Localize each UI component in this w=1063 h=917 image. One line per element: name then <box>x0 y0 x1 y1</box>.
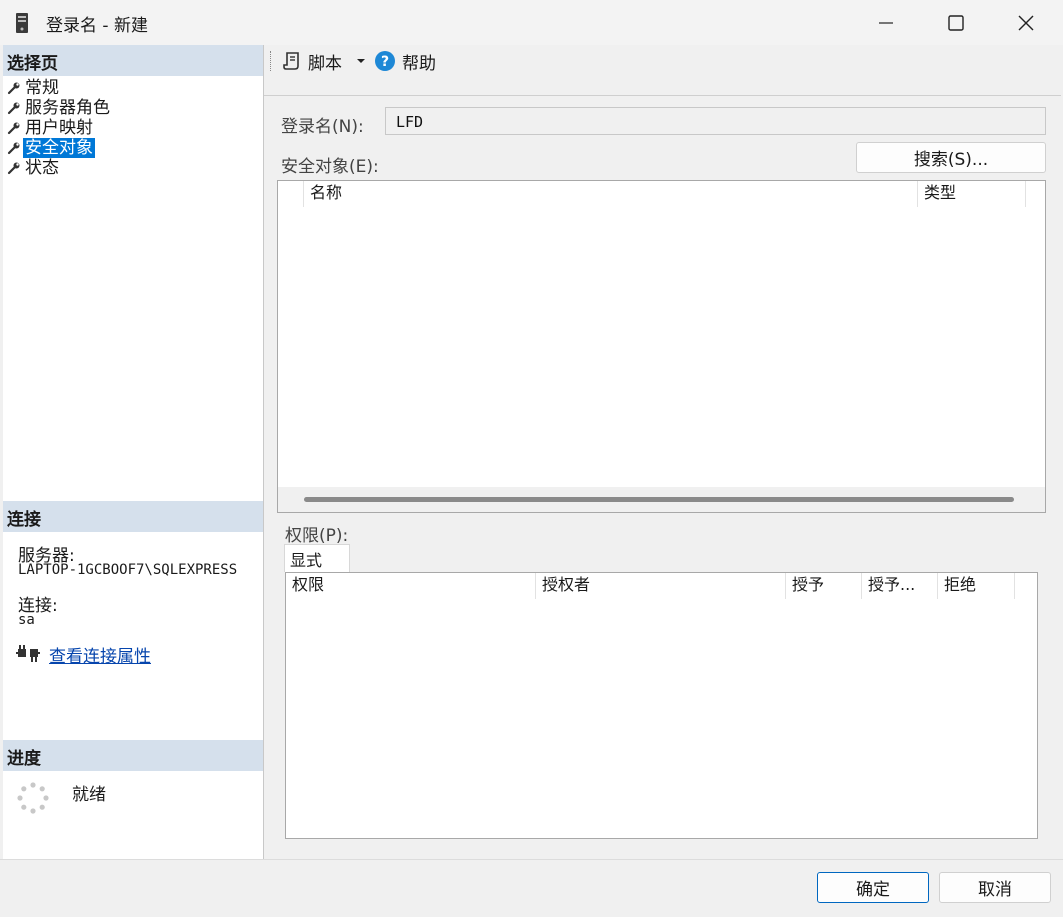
column-header-deny[interactable]: 拒绝 <box>938 573 1015 599</box>
connection-value: sa <box>18 612 35 628</box>
script-icon <box>283 52 299 70</box>
page-list: 常规 服务器角色 用户映射 安全对象 状态 <box>7 78 112 178</box>
column-header-name[interactable]: 名称 <box>304 181 918 207</box>
maximize-button[interactable] <box>921 0 991 45</box>
script-button[interactable]: 脚本 <box>276 47 372 75</box>
wrench-icon <box>7 162 20 175</box>
permissions-grid: 权限 授权者 授予 授予... 拒绝 <box>285 572 1038 839</box>
toolbar-grip <box>270 51 272 71</box>
page-item-status[interactable]: 状态 <box>7 158 112 178</box>
page-item-label: 服务器角色 <box>25 98 110 118</box>
page-item-label: 安全对象 <box>23 138 95 158</box>
column-header-permission[interactable]: 权限 <box>286 573 536 599</box>
script-label: 脚本 <box>308 53 342 74</box>
select-page-header: 选择页 <box>3 45 263 76</box>
toolbar-separator <box>264 95 1061 96</box>
plug-icon <box>16 645 40 662</box>
panel-divider <box>263 45 264 859</box>
minimize-icon <box>879 21 893 24</box>
help-icon: ? <box>375 51 395 71</box>
page-item-user-mapping[interactable]: 用户映射 <box>7 118 112 138</box>
wrench-icon <box>7 82 20 95</box>
toolbar: 脚本 ? 帮助 <box>264 45 1061 77</box>
page-item-label: 用户映射 <box>25 118 93 138</box>
minimize-button[interactable] <box>851 0 921 45</box>
maximize-icon <box>948 14 964 31</box>
login-name-label: 登录名(N): <box>281 117 364 137</box>
server-icon <box>16 13 28 33</box>
page-item-server-roles[interactable]: 服务器角色 <box>7 98 112 118</box>
connection-header: 连接 <box>3 501 263 532</box>
help-button[interactable]: ? 帮助 <box>372 47 442 75</box>
column-header-type[interactable]: 类型 <box>918 181 1026 207</box>
column-header-grant[interactable]: 授予 <box>786 573 862 599</box>
progress-header: 进度 <box>3 740 263 771</box>
login-name-field[interactable]: LFD <box>385 107 1046 135</box>
cancel-button[interactable]: 取消 <box>939 872 1051 903</box>
tab-explicit[interactable]: 显式 <box>284 544 350 572</box>
close-button[interactable] <box>991 0 1061 45</box>
left-panel: 选择页 常规 服务器角色 用户映射 安全对象 状态 连接 服务器: LAPTOP… <box>3 45 263 859</box>
column-header-grantor[interactable]: 授权者 <box>536 573 786 599</box>
securables-label: 安全对象(E): <box>281 157 379 177</box>
scrollbar-thumb[interactable] <box>304 497 1014 502</box>
search-button[interactable]: 搜索(S)... <box>856 142 1046 173</box>
securables-horizontal-scrollbar[interactable] <box>278 487 1045 512</box>
page-item-label: 状态 <box>25 158 59 178</box>
progress-status: 就绪 <box>72 785 106 805</box>
title-bar: 登录名 - 新建 <box>0 0 1063 45</box>
wrench-icon <box>7 102 20 115</box>
permissions-label: 权限(P): <box>285 526 349 546</box>
page-item-label: 常规 <box>25 78 59 98</box>
window-title: 登录名 - 新建 <box>46 16 148 36</box>
page-item-securables[interactable]: 安全对象 <box>7 138 112 158</box>
progress-spinner-icon <box>17 782 49 814</box>
server-value: LAPTOP-1GCBOOF7\SQLEXPRESS <box>18 562 238 578</box>
chevron-down-icon[interactable] <box>356 58 366 64</box>
close-icon <box>1018 15 1034 30</box>
help-label: 帮助 <box>402 53 436 74</box>
column-header-with-grant[interactable]: 授予... <box>862 573 938 599</box>
row-header-column <box>278 181 304 207</box>
securables-grid: 名称 类型 <box>277 180 1046 513</box>
svg-text:?: ? <box>381 54 389 70</box>
page-item-general[interactable]: 常规 <box>7 78 112 98</box>
view-connection-properties-link[interactable]: 查看连接属性 <box>49 642 151 667</box>
wrench-icon <box>7 122 20 135</box>
wrench-icon <box>7 142 20 155</box>
ok-button[interactable]: 确定 <box>817 872 929 903</box>
